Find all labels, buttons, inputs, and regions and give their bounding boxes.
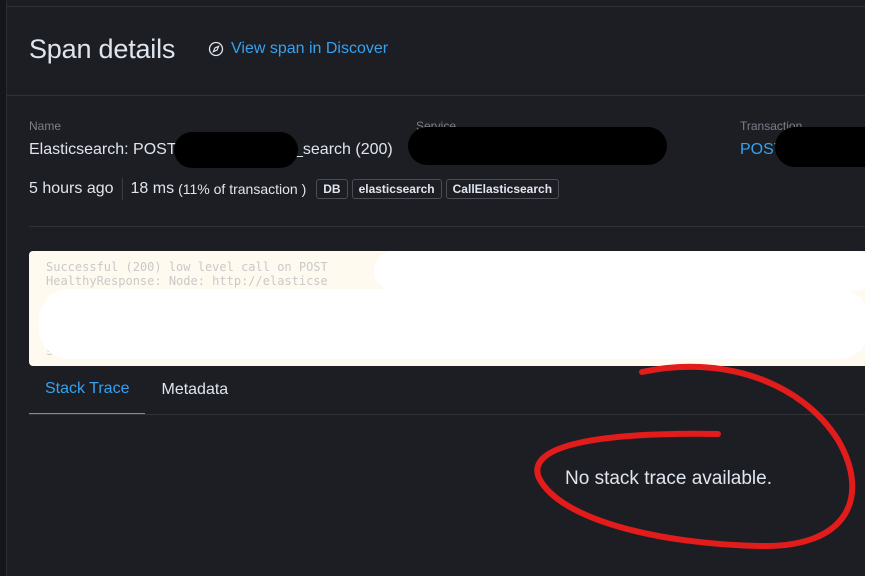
compass-icon	[208, 41, 224, 57]
duration-percent: (11% of transaction )	[178, 181, 307, 197]
header-divider	[7, 95, 865, 96]
empty-stack-trace-message: No stack trace available.	[565, 468, 772, 489]
redaction-mark	[39, 289, 865, 359]
span-meta-row: 5 hours ago 18 ms (11% of transaction ) …	[29, 178, 560, 200]
tab-bar: Stack Trace Metadata	[29, 373, 244, 415]
tab-stack-trace[interactable]: Stack Trace	[29, 373, 146, 415]
name-label: Name	[29, 119, 62, 133]
code-line: HealthyResponse: Node: http://elasticse	[46, 274, 328, 288]
subtype-badge: elasticsearch	[351, 179, 442, 199]
tabs-divider	[29, 414, 865, 415]
redaction-mark	[775, 127, 865, 167]
action-badge: CallElasticsearch	[445, 179, 560, 199]
page-title: Span details	[29, 34, 176, 64]
duration: 18 ms	[130, 180, 175, 197]
badge-group: DB elasticsearch CallElasticsearch	[316, 179, 560, 199]
redaction-mark	[374, 251, 865, 291]
db-statement-code-block: Successful (200) low level call on POST …	[29, 251, 865, 366]
summary-divider	[29, 226, 865, 227]
redaction-mark	[408, 127, 667, 165]
name-value-suffix: _search (200)	[294, 141, 393, 158]
name-value-prefix: Elasticsearch: POST	[29, 141, 177, 158]
meta-divider	[121, 178, 123, 200]
redaction-mark	[174, 132, 298, 168]
type-badge: DB	[316, 179, 348, 199]
code-line: Successful (200) low level call on POST	[46, 260, 328, 274]
view-in-discover-link[interactable]: View span in Discover	[208, 40, 388, 58]
span-details-flyout: Span details View span in Discover Name …	[6, 0, 865, 576]
tab-metadata[interactable]: Metadata	[145, 374, 244, 414]
discover-link-label: View span in Discover	[231, 40, 389, 57]
timestamp: 5 hours ago	[29, 180, 114, 197]
top-border	[7, 6, 865, 7]
